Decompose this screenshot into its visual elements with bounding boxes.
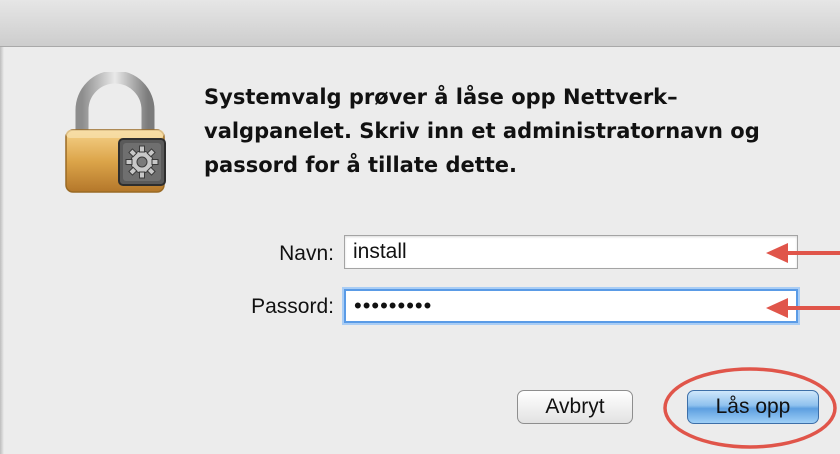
cancel-button[interactable]: Avbryt bbox=[517, 390, 633, 424]
dialog-message: Systemvalg prøver å låse opp Nettverk– v… bbox=[204, 80, 804, 182]
red-arrow-icon bbox=[766, 243, 840, 263]
message-line-1: Systemvalg prøver å låse opp Nettverk– bbox=[204, 85, 678, 109]
password-label: Passord: bbox=[251, 295, 334, 318]
red-ellipse-highlight bbox=[663, 367, 837, 449]
red-arrow-icon bbox=[766, 298, 840, 318]
preferences-gear-icon bbox=[118, 138, 166, 186]
window-left-edge bbox=[0, 47, 4, 454]
window-titlebar bbox=[0, 0, 840, 47]
name-field[interactable] bbox=[344, 235, 798, 269]
password-field[interactable] bbox=[344, 289, 798, 323]
message-line-2: valgpanelet. Skriv inn et administratorn… bbox=[204, 119, 760, 143]
name-label: Navn: bbox=[279, 242, 334, 265]
message-line-3: passord for å tillate dette. bbox=[204, 153, 518, 177]
